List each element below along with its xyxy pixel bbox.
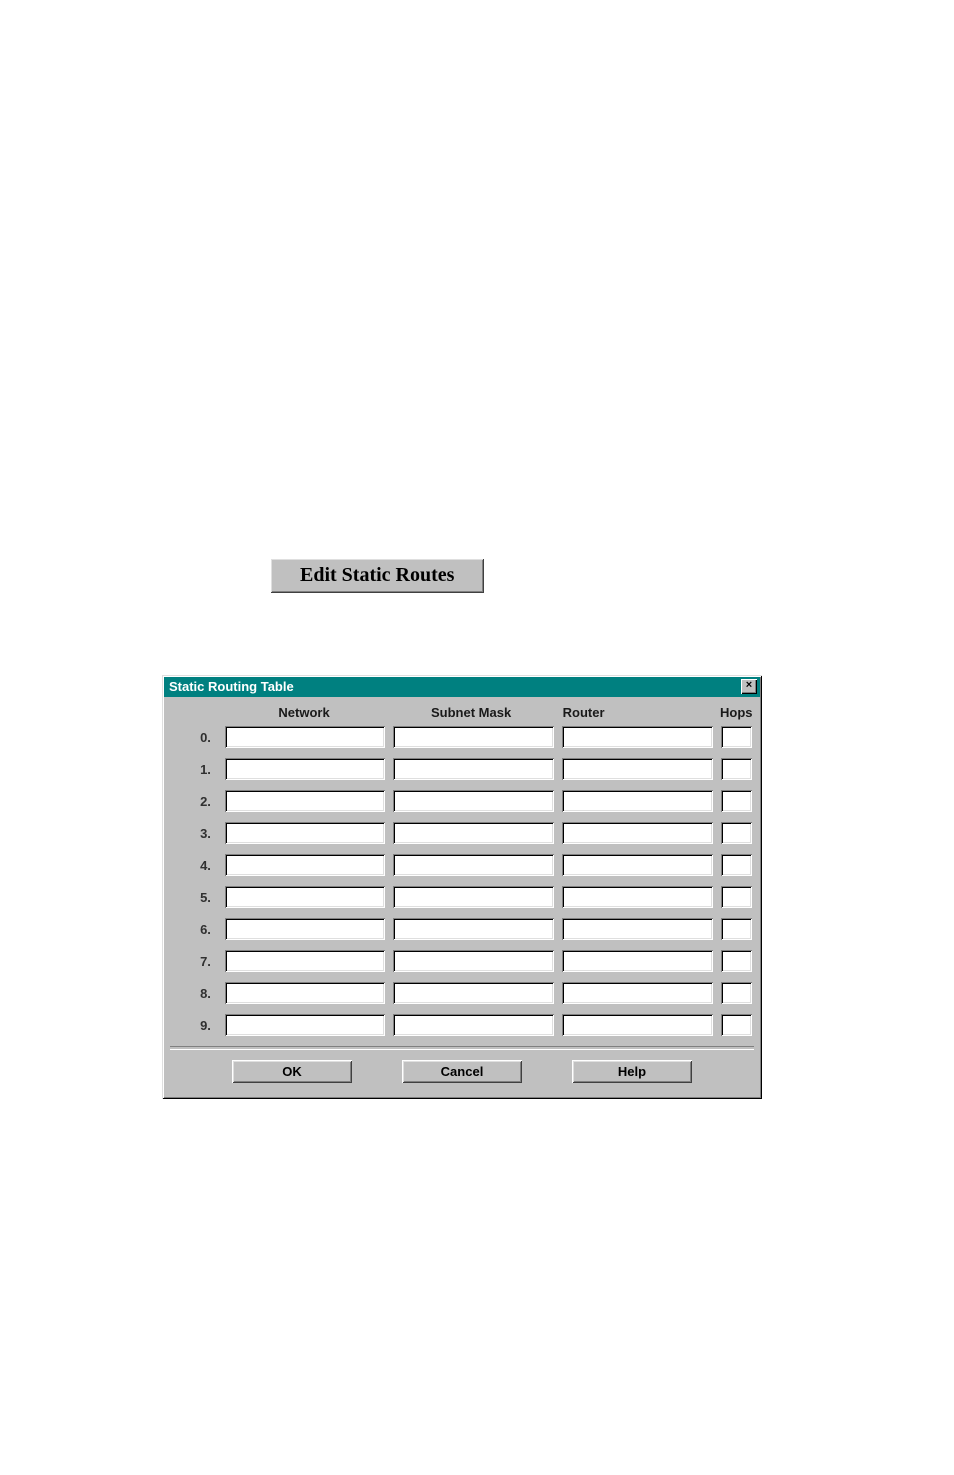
- subnet-mask-input[interactable]: [393, 790, 554, 812]
- router-input[interactable]: [562, 1014, 713, 1036]
- table-row: 5.: [172, 886, 752, 908]
- table-row: 8.: [172, 982, 752, 1004]
- table-row: 0.: [172, 726, 752, 748]
- network-input[interactable]: [225, 790, 386, 812]
- router-input[interactable]: [562, 854, 713, 876]
- table-row: 4.: [172, 854, 752, 876]
- row-index: 9.: [172, 1018, 225, 1033]
- subnet-mask-input[interactable]: [393, 758, 554, 780]
- hops-input[interactable]: [721, 918, 752, 940]
- router-input[interactable]: [562, 918, 713, 940]
- hops-input[interactable]: [721, 854, 752, 876]
- close-icon[interactable]: ×: [741, 679, 757, 694]
- header-router: Router: [559, 705, 712, 720]
- separator: [170, 1046, 754, 1050]
- subnet-mask-input[interactable]: [393, 918, 554, 940]
- hops-input[interactable]: [721, 822, 752, 844]
- row-index: 4.: [172, 858, 225, 873]
- table-row: 9.: [172, 1014, 752, 1036]
- row-index: 2.: [172, 794, 225, 809]
- router-input[interactable]: [562, 726, 713, 748]
- subnet-mask-input[interactable]: [393, 726, 554, 748]
- network-input[interactable]: [225, 758, 386, 780]
- network-input[interactable]: [225, 982, 386, 1004]
- subnet-mask-input[interactable]: [393, 950, 554, 972]
- subnet-mask-input[interactable]: [393, 982, 554, 1004]
- router-input[interactable]: [562, 790, 713, 812]
- hops-input[interactable]: [721, 758, 752, 780]
- table-row: 3.: [172, 822, 752, 844]
- ok-button[interactable]: OK: [232, 1060, 352, 1083]
- row-index: 1.: [172, 762, 225, 777]
- dialog-button-row: OK Cancel Help: [172, 1060, 752, 1087]
- network-input[interactable]: [225, 726, 386, 748]
- network-input[interactable]: [225, 1014, 386, 1036]
- hops-input[interactable]: [721, 886, 752, 908]
- hops-input[interactable]: [721, 726, 752, 748]
- router-input[interactable]: [562, 886, 713, 908]
- hops-input[interactable]: [721, 982, 752, 1004]
- table-row: 6.: [172, 918, 752, 940]
- header-hops: Hops: [720, 705, 752, 720]
- router-input[interactable]: [562, 758, 713, 780]
- header-network: Network: [225, 705, 384, 720]
- cancel-button[interactable]: Cancel: [402, 1060, 522, 1083]
- subnet-mask-input[interactable]: [393, 822, 554, 844]
- subnet-mask-input[interactable]: [393, 886, 554, 908]
- subnet-mask-input[interactable]: [393, 1014, 554, 1036]
- row-index: 0.: [172, 730, 225, 745]
- subnet-mask-input[interactable]: [393, 854, 554, 876]
- router-input[interactable]: [562, 982, 713, 1004]
- table-row: 2.: [172, 790, 752, 812]
- table-row: 1.: [172, 758, 752, 780]
- static-routing-table-dialog: Static Routing Table × Network Subnet Ma…: [162, 675, 762, 1099]
- row-index: 7.: [172, 954, 225, 969]
- column-headers: Network Subnet Mask Router Hops: [172, 705, 752, 720]
- row-index: 6.: [172, 922, 225, 937]
- network-input[interactable]: [225, 854, 386, 876]
- hops-input[interactable]: [721, 950, 752, 972]
- edit-static-routes-button[interactable]: Edit Static Routes: [270, 558, 484, 593]
- row-index: 8.: [172, 986, 225, 1001]
- titlebar: Static Routing Table ×: [164, 677, 760, 697]
- router-input[interactable]: [562, 950, 713, 972]
- hops-input[interactable]: [721, 790, 752, 812]
- help-button[interactable]: Help: [572, 1060, 692, 1083]
- hops-input[interactable]: [721, 1014, 752, 1036]
- table-row: 7.: [172, 950, 752, 972]
- network-input[interactable]: [225, 950, 386, 972]
- header-subnet-mask: Subnet Mask: [392, 705, 551, 720]
- network-input[interactable]: [225, 822, 386, 844]
- network-input[interactable]: [225, 886, 386, 908]
- router-input[interactable]: [562, 822, 713, 844]
- row-index: 5.: [172, 890, 225, 905]
- row-index: 3.: [172, 826, 225, 841]
- network-input[interactable]: [225, 918, 386, 940]
- dialog-title: Static Routing Table: [169, 679, 294, 694]
